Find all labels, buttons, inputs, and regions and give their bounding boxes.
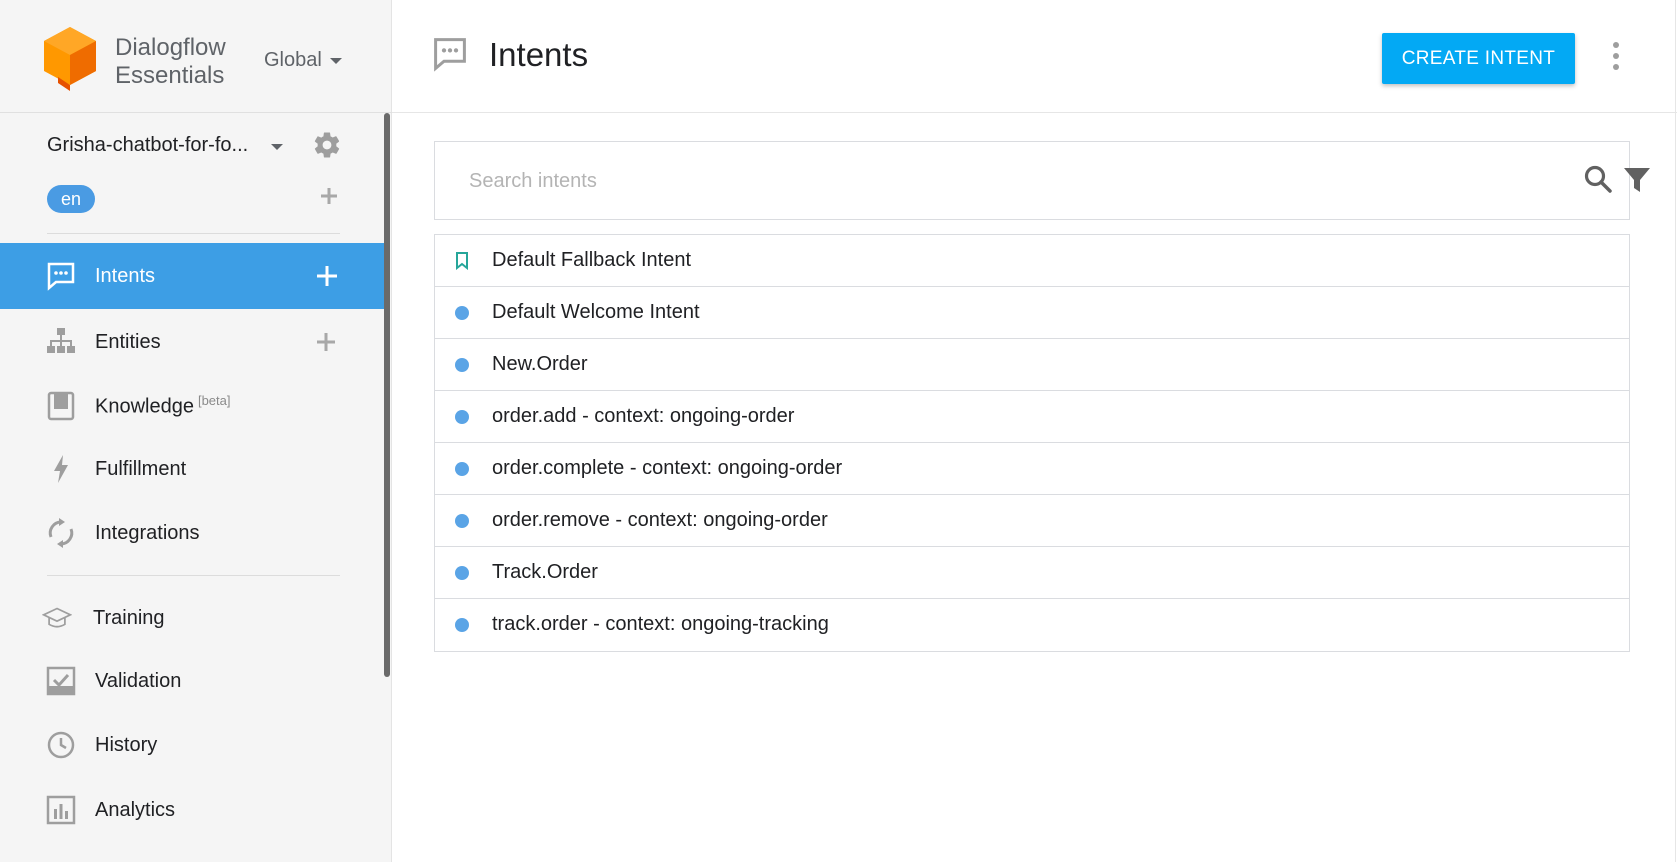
- filter-icon[interactable]: [1623, 166, 1651, 194]
- more-options-icon[interactable]: [1610, 42, 1622, 70]
- intent-name: order.add - context: ongoing-order: [492, 405, 795, 427]
- chevron-down-icon: [329, 57, 342, 64]
- sidebar-item-label: Fulfillment: [95, 457, 187, 480]
- language-row: en: [47, 185, 347, 215]
- intent-row[interactable]: Default Fallback Intent: [435, 235, 1629, 287]
- sidebar-divider: [47, 575, 340, 576]
- bar-chart-icon: [46, 795, 76, 825]
- sidebar-item-label: Training: [93, 606, 165, 629]
- intent-row[interactable]: order.remove - context: ongoing-order: [435, 495, 1629, 547]
- intent-status-dot: [455, 306, 469, 320]
- sidebar: Dialogflow Essentials Global Grisha-chat…: [0, 0, 392, 862]
- intent-name: Default Welcome Intent: [492, 301, 700, 323]
- sidebar-item-label: Validation: [95, 669, 182, 692]
- search-input[interactable]: [469, 162, 1469, 200]
- intent-name: Default Fallback Intent: [492, 249, 691, 271]
- intent-status-dot: [455, 566, 469, 580]
- main-content: Intents CREATE INTENT Default Fallback I…: [392, 0, 1677, 862]
- intent-name: New.Order: [492, 353, 588, 375]
- language-badge[interactable]: en: [47, 185, 96, 213]
- hierarchy-icon: [46, 327, 76, 357]
- agent-selector-row: Grisha-chatbot-for-fo...: [47, 131, 347, 161]
- intent-row[interactable]: order.complete - context: ongoing-order: [435, 443, 1629, 495]
- region-selector[interactable]: Global: [264, 49, 342, 72]
- intent-name: Track.Order: [492, 561, 598, 583]
- intent-status-dot: [455, 410, 469, 424]
- intent-name: track.order - context: ongoing-tracking: [492, 613, 829, 635]
- clock-icon: [46, 730, 76, 760]
- intent-row[interactable]: Track.Order: [435, 547, 1629, 599]
- sidebar-item-analytics[interactable]: Analytics: [0, 777, 385, 843]
- lightning-bolt-icon: [46, 454, 76, 484]
- book-icon: [46, 391, 76, 421]
- sidebar-divider: [47, 233, 340, 234]
- sidebar-scrollbar[interactable]: [384, 113, 390, 677]
- gear-icon[interactable]: [312, 130, 342, 160]
- create-intent-button[interactable]: CREATE INTENT: [1382, 33, 1575, 84]
- intent-name: order.complete - context: ongoing-order: [492, 457, 843, 479]
- intent-name: order.remove - context: ongoing-order: [492, 509, 828, 531]
- add-language-icon[interactable]: [318, 185, 340, 207]
- checkbox-icon: [46, 666, 76, 696]
- add-entity-icon[interactable]: [315, 331, 337, 353]
- sidebar-item-label: Integrations: [95, 521, 200, 544]
- chat-bubble-icon: [434, 38, 466, 72]
- brand-header: Dialogflow Essentials Global: [0, 0, 392, 113]
- brand-name-line2: Essentials: [115, 62, 225, 89]
- agent-name[interactable]: Grisha-chatbot-for-fo...: [47, 134, 257, 157]
- add-intent-icon[interactable]: [315, 264, 339, 288]
- brand-name-line1: Dialogflow: [115, 34, 226, 61]
- intent-row[interactable]: New.Order: [435, 339, 1629, 391]
- sidebar-item-validation[interactable]: Validation: [0, 648, 385, 714]
- beta-badge: [beta]: [197, 393, 231, 409]
- intent-list: Default Fallback Intent Default Welcome I…: [434, 234, 1630, 652]
- right-edge-divider: [1675, 0, 1676, 862]
- sidebar-item-history[interactable]: History: [0, 712, 385, 778]
- page-header: Intents CREATE INTENT: [392, 0, 1677, 113]
- intent-row[interactable]: Default Welcome Intent: [435, 287, 1629, 339]
- intent-row[interactable]: track.order - context: ongoing-tracking: [435, 599, 1629, 651]
- brand-name: Dialogflow Essentials: [115, 34, 226, 90]
- chat-bubble-icon: [46, 261, 76, 291]
- sidebar-item-label: History: [95, 733, 158, 756]
- intent-status-dot: [455, 358, 469, 372]
- search-bar: [434, 141, 1650, 220]
- sidebar-item-label: Entities: [95, 330, 161, 353]
- sidebar-item-entities[interactable]: Entities: [0, 309, 385, 375]
- sidebar-item-label: Knowledge [beta]: [95, 393, 231, 419]
- region-label: Global: [264, 49, 322, 71]
- agent-dropdown-icon[interactable]: [271, 144, 283, 150]
- sync-icon: [46, 518, 76, 548]
- sidebar-item-integrations[interactable]: Integrations: [0, 500, 385, 566]
- sidebar-item-intents[interactable]: Intents: [0, 243, 385, 309]
- intent-row[interactable]: order.add - context: ongoing-order: [435, 391, 1629, 443]
- sidebar-item-training[interactable]: Training: [0, 585, 385, 651]
- sidebar-item-label: Analytics: [95, 798, 176, 821]
- sidebar-item-knowledge[interactable]: Knowledge [beta]: [0, 373, 385, 439]
- page-title: Intents: [489, 36, 589, 73]
- graduation-cap-icon: [42, 603, 72, 633]
- intent-status-dot: [455, 462, 469, 476]
- intent-status-dot: [455, 514, 469, 528]
- sidebar-item-label: Intents: [95, 264, 156, 287]
- dialogflow-logo: [44, 27, 96, 91]
- sidebar-item-fulfillment[interactable]: Fulfillment: [0, 436, 385, 502]
- bookmark-icon: [456, 252, 468, 270]
- intent-status-dot: [455, 618, 469, 632]
- search-icon[interactable]: [1583, 164, 1613, 194]
- knowledge-label: Knowledge: [95, 395, 194, 418]
